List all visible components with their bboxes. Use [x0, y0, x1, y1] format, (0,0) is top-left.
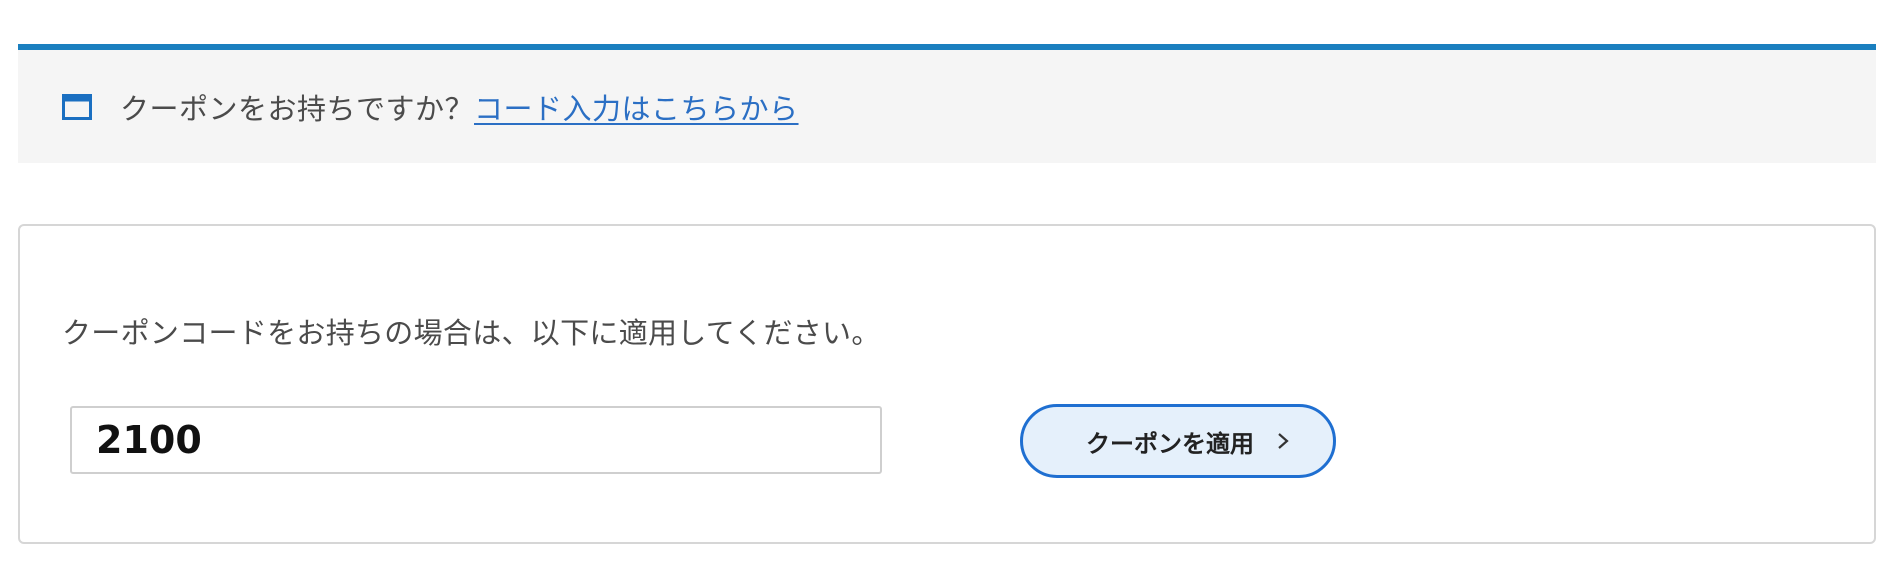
apply-coupon-label: クーポンを適用: [1086, 429, 1254, 458]
coupon-form: クーポンコードをお持ちの場合は、以下に適用してください。 クーポンを適用: [18, 224, 1876, 544]
coupon-code-entry-link[interactable]: コード入力はこちらから: [474, 86, 799, 128]
coupon-code-input[interactable]: [70, 406, 882, 474]
coupon-notice-text: クーポンをお持ちですか？: [120, 91, 475, 126]
apply-coupon-button[interactable]: クーポンを適用: [1020, 404, 1336, 478]
chevron-right-icon: [1276, 432, 1290, 450]
coupon-description: クーポンコードをお持ちの場合は、以下に適用してください。: [62, 316, 881, 350]
window-icon: [62, 93, 92, 120]
coupon-notice-bar: クーポンをお持ちですか？ コード入力はこちらから: [18, 44, 1876, 163]
